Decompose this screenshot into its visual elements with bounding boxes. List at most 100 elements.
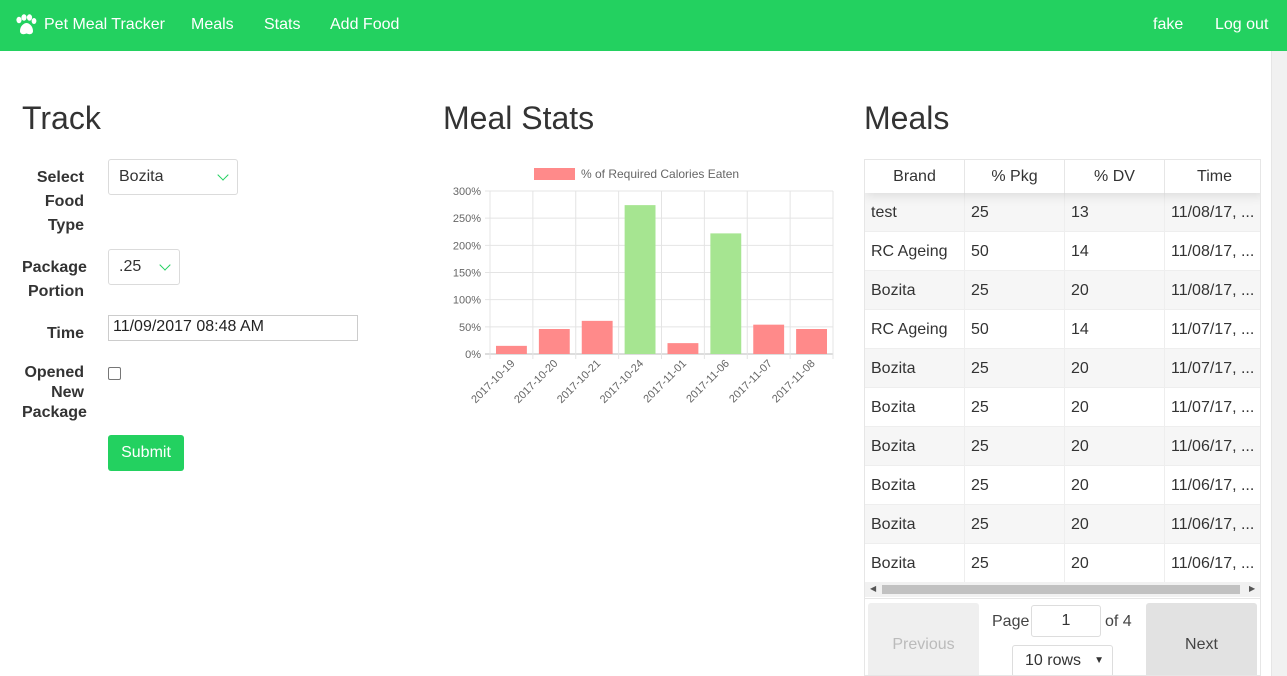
- y-tick-label: 150%: [453, 268, 481, 280]
- table-cell: Bozita: [865, 349, 965, 388]
- table-cell: 20: [1065, 466, 1165, 505]
- chevron-down-icon: [217, 169, 229, 181]
- horizontal-scrollbar[interactable]: ◀ ▶: [865, 582, 1260, 597]
- table-row[interactable]: Bozita 25 20 11/08/17, ...: [865, 271, 1260, 310]
- table-cell: Bozita: [865, 466, 965, 505]
- chevron-down-icon: [159, 259, 171, 271]
- portion-select[interactable]: .25: [108, 249, 180, 285]
- table-cell: 25: [965, 388, 1065, 427]
- pagination: Previous Page 1 of 4 10 rows ▼ Next: [865, 598, 1260, 675]
- paw-icon: [16, 14, 37, 35]
- brand-link[interactable]: Pet Meal Tracker: [14, 14, 165, 36]
- page-number-input[interactable]: 1: [1031, 605, 1101, 637]
- table-cell: 25: [965, 193, 1065, 232]
- table-row[interactable]: Bozita 25 20 11/07/17, ...: [865, 388, 1260, 427]
- table-cell: 20: [1065, 505, 1165, 544]
- brand-label: Pet Meal Tracker: [44, 16, 165, 33]
- table-row[interactable]: Bozita 25 20 11/06/17, ...: [865, 544, 1260, 583]
- table-row[interactable]: RC Ageing 50 14 11/08/17, ...: [865, 232, 1260, 271]
- y-tick-label: 100%: [453, 295, 481, 307]
- table-row[interactable]: Bozita 25 20 11/07/17, ...: [865, 349, 1260, 388]
- chart-bar: [581, 320, 613, 354]
- y-tick-label: 50%: [459, 322, 481, 334]
- x-tick-label: 2017-11-08: [770, 358, 818, 406]
- table-cell: 25: [965, 271, 1065, 310]
- rows-per-page-value: 10 rows: [1025, 652, 1082, 669]
- y-tick-label: 0%: [465, 349, 481, 361]
- table-cell: 20: [1065, 544, 1165, 583]
- food-type-label: Select Food Type: [36, 169, 84, 234]
- scroll-right-icon[interactable]: ▶: [1249, 584, 1255, 593]
- portion-label: Package Portion: [22, 259, 87, 300]
- chart-bar: [796, 329, 827, 354]
- nav-meals-link[interactable]: Meals: [191, 16, 234, 34]
- table-cell: Bozita: [865, 271, 965, 310]
- portion-value: .25: [119, 258, 142, 275]
- legend-label: % of Required Calories Eaten: [581, 167, 739, 181]
- chart-bar: [753, 324, 785, 354]
- table-cell: 20: [1065, 427, 1165, 466]
- table-cell: 11/06/17, ...: [1165, 466, 1260, 505]
- column-header-brand[interactable]: Brand: [865, 160, 965, 193]
- table-cell: RC Ageing: [865, 232, 965, 271]
- table-cell: Bozita: [865, 388, 965, 427]
- chart-bar: [624, 205, 656, 354]
- table-cell: 50: [965, 232, 1065, 271]
- column-header-pkg[interactable]: % Pkg: [965, 160, 1065, 193]
- table-cell: 11/07/17, ...: [1165, 349, 1260, 388]
- meal-stats-title: Meal Stats: [443, 100, 595, 136]
- table-cell: Bozita: [865, 427, 965, 466]
- table-cell: 11/06/17, ...: [1165, 427, 1260, 466]
- table-cell: 14: [1065, 310, 1165, 349]
- chart-bar: [710, 233, 742, 354]
- y-tick-label: 250%: [453, 213, 481, 225]
- track-title: Track: [22, 100, 101, 136]
- nav-add-food-link[interactable]: Add Food: [330, 16, 399, 34]
- logout-link[interactable]: Log out: [1215, 16, 1268, 34]
- nav-user-link[interactable]: fake: [1153, 16, 1183, 34]
- next-button[interactable]: Next: [1146, 603, 1257, 675]
- table-row[interactable]: Bozita 25 20 11/06/17, ...: [865, 427, 1260, 466]
- column-header-dv[interactable]: % DV: [1065, 160, 1165, 193]
- table-cell: 25: [965, 505, 1065, 544]
- x-tick-label: 2017-10-24: [598, 358, 646, 406]
- x-tick-label: 2017-10-19: [469, 358, 517, 406]
- x-tick-label: 2017-11-07: [727, 358, 775, 406]
- table-cell: Bozita: [865, 505, 965, 544]
- column-header-time[interactable]: Time: [1165, 160, 1260, 193]
- table-row[interactable]: RC Ageing 50 14 11/07/17, ...: [865, 310, 1260, 349]
- time-input[interactable]: 11/09/2017 08:48 AM: [108, 315, 358, 341]
- x-tick-label: 2017-11-06: [684, 358, 732, 406]
- scroll-left-icon[interactable]: ◀: [870, 584, 876, 593]
- opened-package-checkbox[interactable]: [108, 367, 121, 380]
- table-cell: 11/06/17, ...: [1165, 505, 1260, 544]
- food-type-select[interactable]: Bozita: [108, 159, 238, 195]
- page-scrollbar[interactable]: [1271, 51, 1287, 676]
- table-cell: 25: [965, 466, 1065, 505]
- table-cell: 11/08/17, ...: [1165, 271, 1260, 310]
- submit-button[interactable]: Submit: [108, 435, 184, 471]
- x-tick-label: 2017-10-21: [555, 358, 603, 406]
- x-tick-label: 2017-10-20: [512, 358, 560, 406]
- table-cell: 11/06/17, ...: [1165, 544, 1260, 583]
- table-header: Brand % Pkg % DV Time: [865, 160, 1260, 193]
- table-row[interactable]: test 25 13 11/08/17, ...: [865, 193, 1260, 232]
- table-cell: 25: [965, 544, 1065, 583]
- table-row[interactable]: Bozita 25 20 11/06/17, ...: [865, 466, 1260, 505]
- table-row[interactable]: Bozita 25 20 11/06/17, ...: [865, 505, 1260, 544]
- nav-stats-link[interactable]: Stats: [264, 16, 300, 34]
- scrollbar-thumb[interactable]: [882, 585, 1240, 594]
- table-cell: 11/07/17, ...: [1165, 388, 1260, 427]
- x-tick-label: 2017-11-01: [641, 358, 689, 406]
- table-cell: test: [865, 193, 965, 232]
- meals-title: Meals: [864, 100, 950, 136]
- time-label: Time: [46, 325, 84, 342]
- opened-package-label: Opened New Package: [22, 364, 87, 421]
- chart-bar: [667, 343, 699, 354]
- meals-table: Brand % Pkg % DV Time test 25 13 11/08/17, …: [864, 159, 1261, 676]
- navbar: Pet Meal Tracker Meals Stats Add Food fa…: [0, 0, 1287, 51]
- page-label: Page: [992, 613, 1030, 630]
- previous-button[interactable]: Previous: [868, 603, 979, 675]
- rows-per-page-select[interactable]: 10 rows ▼: [1012, 645, 1113, 675]
- table-cell: 11/08/17, ...: [1165, 232, 1260, 271]
